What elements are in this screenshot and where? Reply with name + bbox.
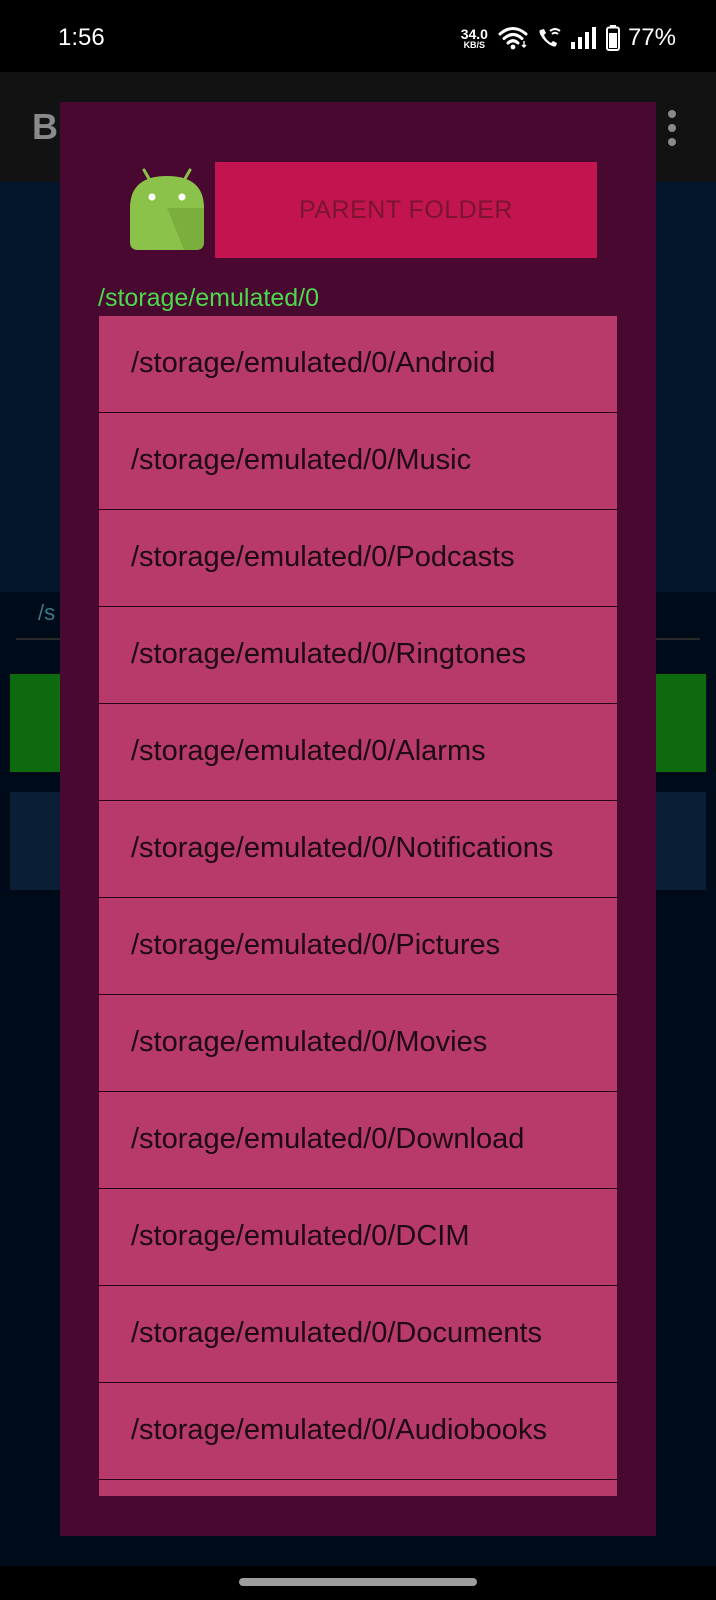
wifi-calling-icon	[539, 28, 561, 47]
status-bar: 1:56 34.0 KB/S 77%	[0, 0, 716, 72]
folder-item-documents[interactable]: /storage/emulated/0/Documents	[99, 1286, 617, 1383]
network-speed-unit: KB/S	[463, 39, 486, 50]
parent-folder-button[interactable]: PARENT FOLDER	[215, 162, 597, 258]
folder-item-android[interactable]: /storage/emulated/0/Android	[99, 316, 617, 413]
gesture-handle[interactable]	[239, 1578, 477, 1586]
wifi-icon	[498, 27, 528, 50]
status-icons: 34.0 KB/S 77%	[461, 22, 676, 54]
folder-item-download[interactable]: /storage/emulated/0/Download	[99, 1092, 617, 1189]
folder-item-audiobooks[interactable]: /storage/emulated/0/Audiobooks	[99, 1383, 617, 1480]
current-path-label: /storage/emulated/0	[98, 284, 319, 312]
app-title: B	[32, 106, 58, 147]
status-time: 1:56	[58, 24, 105, 51]
overflow-menu-icon[interactable]	[668, 110, 676, 146]
folder-list[interactable]: /storage/emulated/0/Android /storage/emu…	[99, 316, 617, 1496]
folder-item-ringtones[interactable]: /storage/emulated/0/Ringtones	[99, 607, 617, 704]
signal-icon	[570, 27, 596, 49]
folder-item-dcim[interactable]: /storage/emulated/0/DCIM	[99, 1189, 617, 1286]
android-icon	[130, 168, 204, 250]
folder-item-podcasts[interactable]: /storage/emulated/0/Podcasts	[99, 510, 617, 607]
folder-list-items: /storage/emulated/0/Android /storage/emu…	[99, 316, 617, 1480]
battery-percent: 77%	[627, 24, 676, 51]
folder-item-movies[interactable]: /storage/emulated/0/Movies	[99, 995, 617, 1092]
folder-item-notifications[interactable]: /storage/emulated/0/Notifications	[99, 801, 617, 898]
battery-icon	[605, 25, 620, 51]
network-speed-value: 34.0	[460, 25, 488, 42]
folder-item-music[interactable]: /storage/emulated/0/Music	[99, 413, 617, 510]
network-speed: 34.0 KB/S	[461, 27, 488, 50]
folder-item-pictures[interactable]: /storage/emulated/0/Pictures	[99, 898, 617, 995]
folder-item-alarms[interactable]: /storage/emulated/0/Alarms	[99, 704, 617, 801]
background-path-text: /s	[38, 600, 56, 625]
